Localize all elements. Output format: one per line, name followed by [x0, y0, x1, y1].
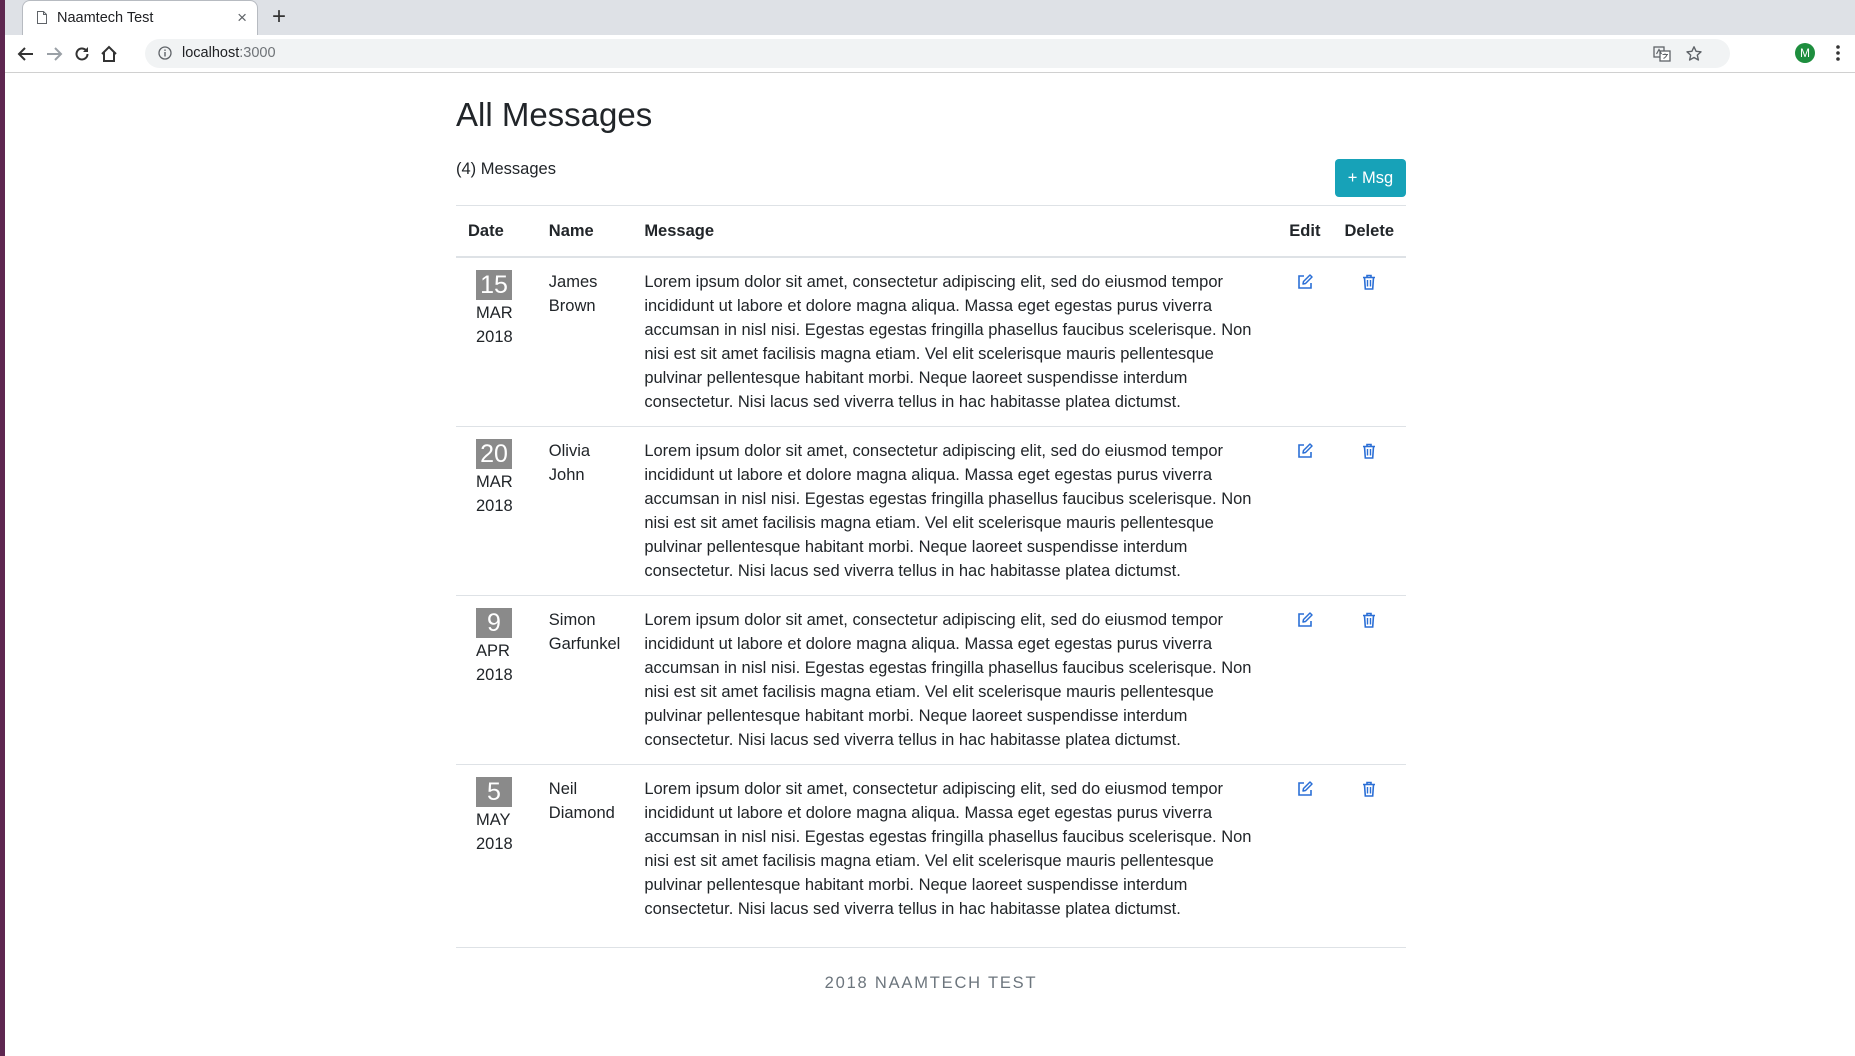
date-year: 2018 [476, 666, 513, 684]
header-message: Message [632, 205, 1278, 258]
url-text[interactable]: localhost:3000 [182, 45, 276, 61]
date-cell: 5 MAY 2018 [456, 765, 537, 934]
message-cell: Lorem ipsum dolor sit amet, consectetur … [632, 426, 1278, 596]
browser-toolbar: localhost:3000 M [5, 35, 1855, 73]
edit-icon[interactable] [1296, 274, 1314, 295]
date-year: 2018 [476, 497, 513, 515]
header-delete: Delete [1332, 205, 1406, 258]
message-cell: Lorem ipsum dolor sit amet, consectetur … [644, 780, 1252, 918]
add-message-button[interactable]: + Msg [1335, 159, 1406, 197]
trash-icon[interactable] [1360, 612, 1378, 633]
messages-table: Date Name Message Edit Delete 15 MAR 2018 J… [456, 205, 1406, 933]
date-day-badge: 15 [476, 270, 512, 300]
table-header-row: Date Name Message Edit Delete [456, 205, 1406, 258]
delete-cell [1332, 595, 1406, 765]
tab-title: Naamtech Test [57, 10, 154, 26]
forward-arrow-icon[interactable] [44, 44, 64, 64]
url-host: localhost [182, 45, 240, 61]
browser-tabstrip: Naamtech Test × + [5, 0, 1855, 36]
trash-icon[interactable] [1360, 781, 1378, 802]
delete-cell [1332, 765, 1406, 934]
date-cell: 20 MAR 2018 [456, 426, 537, 596]
edit-icon[interactable] [1296, 781, 1314, 802]
trash-icon[interactable] [1360, 443, 1378, 464]
table-row: 20 MAR 2018 Olivia John Lorem ipsum dolor si… [456, 426, 1406, 596]
translate-icon[interactable] [1653, 45, 1671, 63]
header-date: Date [456, 205, 537, 258]
back-arrow-icon[interactable] [16, 44, 36, 64]
new-tab-button[interactable]: + [272, 5, 286, 29]
edit-icon[interactable] [1296, 612, 1314, 633]
footer-divider [456, 947, 1406, 948]
edit-cell [1277, 765, 1332, 934]
browser-tab[interactable]: Naamtech Test × [22, 0, 258, 35]
table-row: 9 APR 2018 Simon Garfunkel Lorem ipsum dolor… [456, 595, 1406, 765]
delete-cell [1332, 426, 1406, 596]
date-year: 2018 [476, 328, 513, 346]
name-cell: James Brown [536, 257, 633, 427]
profile-avatar[interactable]: M [1795, 43, 1815, 63]
trash-icon[interactable] [1360, 274, 1378, 295]
star-icon[interactable] [1685, 45, 1703, 63]
header-name: Name [536, 205, 633, 258]
edit-icon[interactable] [1296, 443, 1314, 464]
name-cell: Olivia John [536, 426, 633, 596]
message-cell: Lorem ipsum dolor sit amet, consectetur … [632, 595, 1278, 765]
date-month: MAY [476, 811, 511, 829]
date-day-badge: 9 [476, 608, 512, 638]
date-cell: 9 APR 2018 [456, 595, 537, 765]
desktop-edge [0, 0, 5, 1056]
date-year: 2018 [476, 835, 513, 853]
name-cell: Simon Garfunkel [536, 595, 633, 765]
edit-cell [1277, 257, 1333, 427]
date-day-badge: 20 [476, 439, 512, 469]
table-row: 15 MAR 2018 James Brown Lorem ipsum dolor si… [456, 257, 1406, 427]
footer-text: 2018 NAAMTECH TEST [824, 974, 1038, 992]
table-row: 5 MAY 2018 Neil Diamond Lorem ipsum dolor si… [456, 765, 1406, 934]
reload-icon[interactable] [72, 44, 92, 64]
more-vertical-icon[interactable] [1835, 42, 1841, 64]
home-icon[interactable] [99, 44, 119, 64]
date-month: MAR [476, 473, 513, 491]
date-day-badge: 5 [476, 777, 512, 807]
page-icon [37, 11, 47, 24]
delete-cell [1332, 257, 1406, 427]
messages-table-body: 15 MAR 2018 James Brown Lorem ipsum dolor si… [456, 257, 1406, 933]
message-count: (4) Messages [456, 160, 556, 178]
date-cell: 15 MAR 2018 [456, 257, 537, 427]
edit-cell [1277, 426, 1333, 596]
page-title: All Messages [456, 96, 653, 133]
edit-cell [1277, 595, 1333, 765]
info-icon[interactable] [158, 46, 172, 60]
message-cell: Lorem ipsum dolor sit amet, consectetur … [632, 257, 1278, 427]
date-month: APR [476, 642, 510, 660]
header-edit: Edit [1277, 205, 1333, 258]
url-port: :3000 [239, 45, 276, 61]
address-bar[interactable]: localhost:3000 [145, 39, 1730, 68]
date-month: MAR [476, 304, 513, 322]
tab-close-icon[interactable]: × [237, 9, 247, 26]
name-cell: Neil Diamond [548, 780, 615, 822]
